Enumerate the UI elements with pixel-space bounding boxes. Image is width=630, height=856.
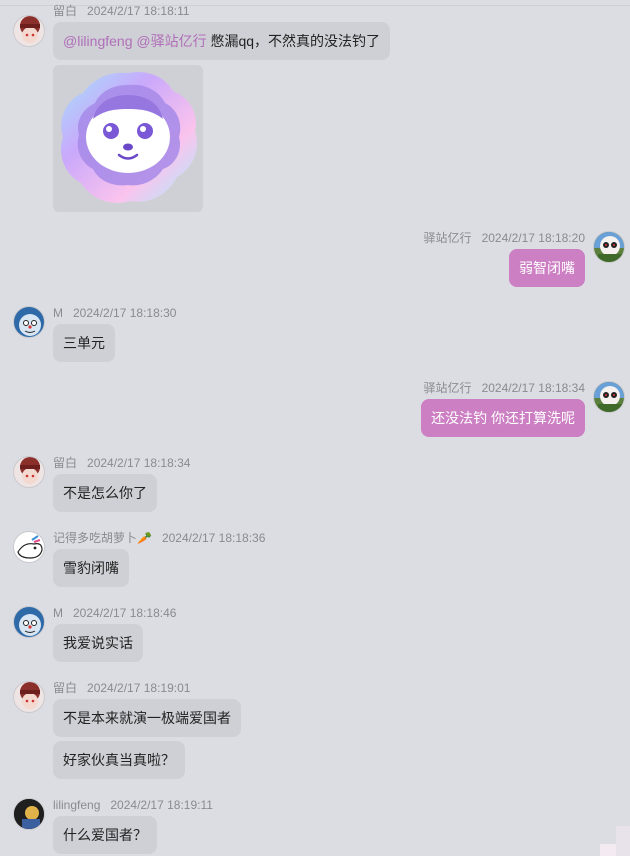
sender-name[interactable]: 留白: [53, 681, 77, 695]
message-text: 三单元: [63, 335, 105, 351]
message-meta: 留白 2024/2/17 18:18:34: [53, 456, 190, 470]
avatar-carrot-user[interactable]: [13, 531, 45, 563]
timestamp: 2024/2/17 18:18:34: [481, 381, 585, 395]
message-meta: 驿站亿行 2024/2/17 18:18:34: [424, 381, 585, 395]
dog-sticker-icon: [61, 71, 197, 203]
message-bubble[interactable]: 还没法钓 你还打算洗呢: [421, 399, 585, 437]
message-meta: lilingfeng 2024/2/17 18:19:11: [53, 798, 213, 812]
message-meta: 记得多吃胡萝卜🥕 2024/2/17 18:18:36: [53, 531, 265, 545]
message-bubble[interactable]: 弱智闭嘴: [509, 249, 585, 287]
message-meta: 驿站亿行 2024/2/17 18:18:20: [424, 231, 585, 245]
timestamp: 2024/2/17 18:18:11: [87, 4, 190, 18]
sender-name[interactable]: M: [53, 306, 63, 320]
sender-name[interactable]: M: [53, 606, 63, 620]
message-bubble[interactable]: 不是怎么你了: [53, 474, 157, 512]
mention-link[interactable]: @lilingfeng @驿站亿行: [63, 33, 207, 49]
timestamp: 2024/2/17 18:18:46: [73, 606, 177, 620]
timestamp: 2024/2/17 18:18:20: [481, 231, 585, 245]
sender-name[interactable]: 留白: [53, 456, 77, 470]
message-meta: 留白 2024/2/17 18:18:11: [53, 4, 190, 18]
message-meta: M 2024/2/17 18:18:30: [53, 306, 176, 320]
message-text: 我爱说实话: [63, 635, 133, 651]
sender-name[interactable]: 留白: [53, 4, 77, 18]
message-bubble[interactable]: 三单元: [53, 324, 115, 362]
avatar-yizhanyixing[interactable]: [593, 381, 625, 413]
avatar-yizhanyixing[interactable]: [593, 231, 625, 263]
message-meta: M 2024/2/17 18:18:46: [53, 606, 176, 620]
timestamp: 2024/2/17 18:18:34: [87, 456, 191, 470]
message-bubble[interactable]: @lilingfeng @驿站亿行 憋漏qq，不然真的没法钓了: [53, 22, 391, 60]
sender-name[interactable]: 驿站亿行: [424, 381, 472, 395]
message-text: 弱智闭嘴: [519, 260, 575, 276]
message-meta: 留白 2024/2/17 18:19:01: [53, 681, 190, 695]
scroll-corner: [616, 826, 630, 856]
message-bubble[interactable]: 什么爱国者？: [53, 816, 157, 854]
scroll-corner-mark: [600, 844, 616, 856]
message-text: 不是怎么你了: [63, 485, 147, 501]
timestamp: 2024/2/17 18:18:30: [73, 306, 177, 320]
message-text: 还没法钓 你还打算洗呢: [431, 410, 575, 426]
avatar-lilingfeng[interactable]: [13, 798, 45, 830]
sender-name[interactable]: 驿站亿行: [424, 231, 472, 245]
avatar-liubai[interactable]: [13, 456, 45, 488]
message-text: 不是本来就演一极端爱国者: [63, 710, 231, 726]
message-text: 雪豹闭嘴: [63, 560, 119, 576]
timestamp: 2024/2/17 18:19:01: [87, 681, 191, 695]
message-bubble[interactable]: 我爱说实话: [53, 624, 143, 662]
timestamp: 2024/2/17 18:18:36: [161, 531, 266, 545]
message-bubble[interactable]: 好家伙真当真啦？: [53, 741, 185, 779]
message-text: 什么爱国者？: [63, 827, 147, 843]
avatar-m[interactable]: [13, 306, 45, 338]
sender-name[interactable]: lilingfeng: [53, 798, 100, 812]
message-text: 憋漏qq，不然真的没法钓了: [210, 33, 381, 49]
timestamp: 2024/2/17 18:19:11: [110, 798, 213, 812]
message-text: 好家伙真当真啦？: [63, 752, 175, 768]
message-bubble[interactable]: 雪豹闭嘴: [53, 549, 129, 587]
message-bubble[interactable]: 不是本来就演一极端爱国者: [53, 699, 241, 737]
avatar-m[interactable]: [13, 606, 45, 638]
sticker-image[interactable]: [53, 65, 203, 212]
avatar-liubai[interactable]: [13, 15, 45, 47]
avatar-liubai[interactable]: [13, 681, 45, 713]
sender-name[interactable]: 记得多吃胡萝卜🥕: [53, 531, 152, 545]
